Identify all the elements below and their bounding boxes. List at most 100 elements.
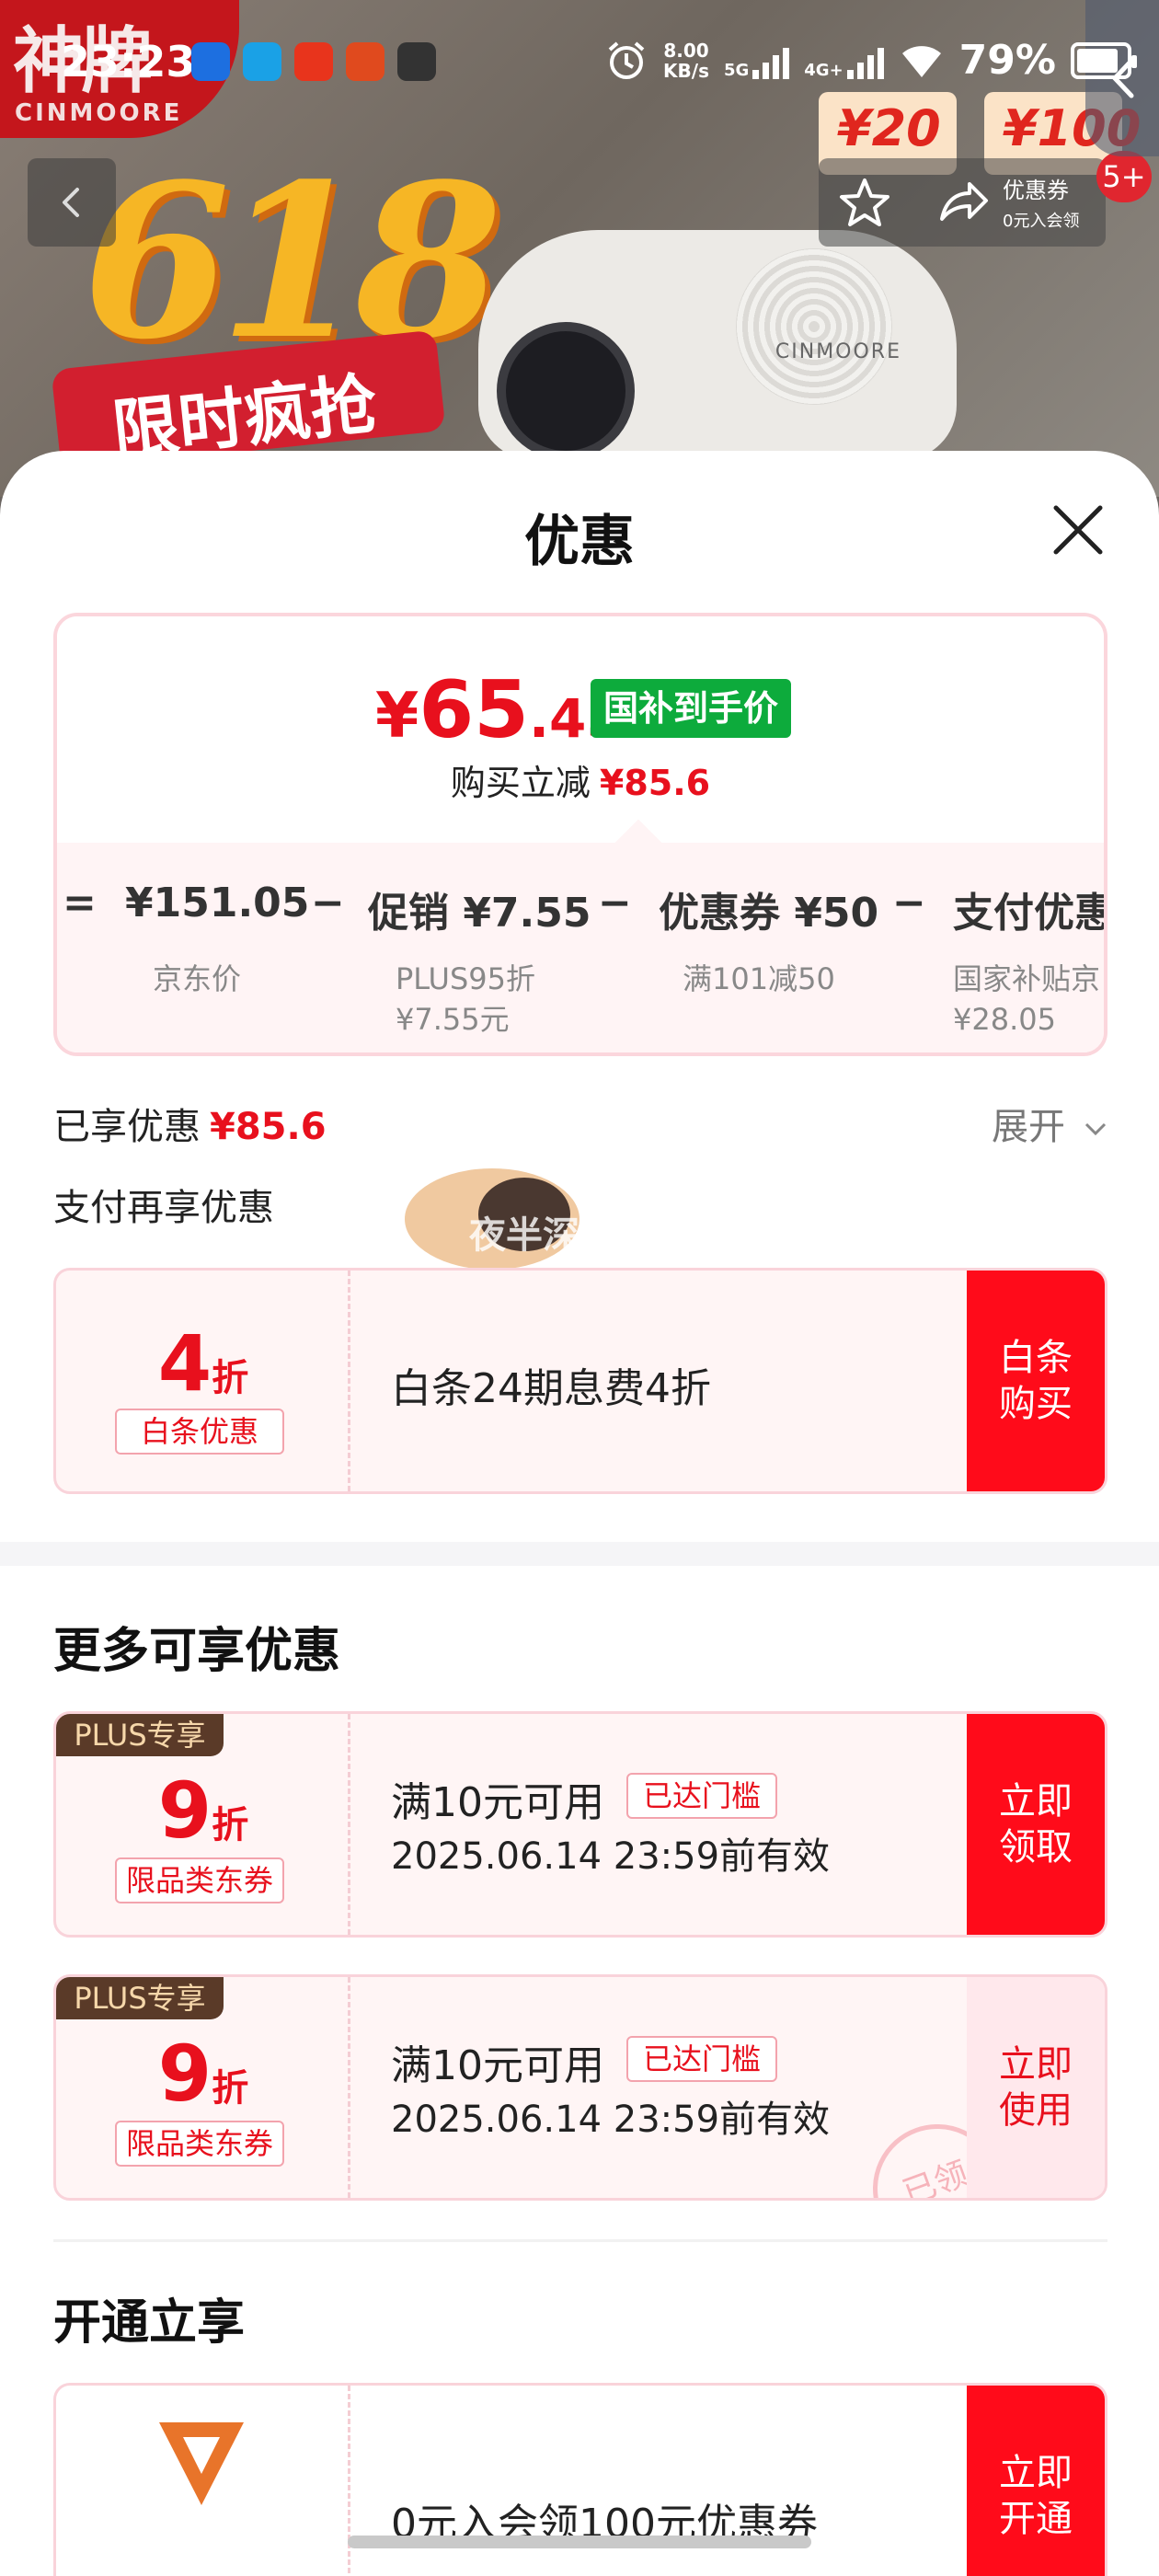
network-speed: 8.00 KB/s — [663, 40, 709, 81]
plus-tag: PLUS专享 — [56, 1714, 224, 1756]
camera-speaker — [736, 248, 892, 405]
formula-coupon: 优惠券 ¥50 — [659, 890, 879, 937]
speed-value: 8.00 — [663, 39, 709, 62]
battery-icon — [1071, 41, 1137, 79]
open-membership-title: 开通立享 — [53, 2295, 246, 2351]
coupon-desc: 白条24期息费4折 — [391, 1365, 711, 1412]
battery-percent: 79% — [958, 37, 1056, 84]
formula-pay: 支付优惠 — [953, 890, 1107, 937]
pay-more-title: 支付再享优惠 — [53, 1187, 274, 1229]
formula-minus: − — [892, 880, 926, 926]
share-icon[interactable] — [933, 173, 992, 232]
home-indicator[interactable] — [348, 2536, 811, 2548]
pay-sub: 国家补贴京 ¥28.05 — [953, 959, 1100, 1040]
price-currency: ¥ — [375, 680, 419, 753]
plus-coupon-card: PLUS专享 9折 限品类东券 满10元可用 已达门槛 2025.06.14 2… — [53, 1974, 1107, 2201]
threshold-reached-tag: 已达门槛 — [626, 2036, 777, 2082]
status-right: 8.00 KB/s 5G 4G+ 79% — [604, 37, 1137, 84]
app-icon — [191, 42, 230, 81]
back-button[interactable] — [28, 158, 116, 247]
jd-price-sub: 京东价 — [153, 959, 241, 999]
plus-tag: PLUS专享 — [56, 1977, 224, 2019]
camera-lens — [497, 322, 635, 460]
discount-sheet: 优惠 ¥65.45 国补到手价 购买立减 ¥85.6 = ¥151.05 − 促销… — [0, 451, 1159, 2576]
vip-logo-icon — [159, 2422, 244, 2505]
enjoyed-discount: 已享优惠 ¥85.6 — [53, 1097, 327, 1150]
expand-label: 展开 — [992, 1106, 1065, 1148]
sheet-title: 优惠 — [524, 510, 635, 574]
final-price-area: ¥65.45 国补到手价 购买立减 ¥85.6 — [57, 616, 1104, 843]
button-label: 白条 购买 — [999, 1337, 1073, 1425]
instant-reduce: 购买立减 ¥85.6 — [57, 754, 1104, 805]
threshold-reached-tag: 已达门槛 — [626, 1773, 777, 1819]
coupon-entry-label: 优惠券 — [1003, 178, 1069, 203]
pay-sub-line: 国家补贴京 — [953, 961, 1101, 996]
reduce-label: 购买立减 — [450, 763, 591, 803]
coupon-kind: 限品类东券 — [115, 2121, 284, 2167]
promo-sub-line: ¥7.55元 — [396, 1002, 510, 1037]
close-icon[interactable] — [1049, 500, 1107, 559]
status-time: 23:23 — [61, 37, 196, 86]
speed-unit: KB/s — [663, 59, 709, 82]
star-icon[interactable] — [835, 173, 894, 232]
coupon-valid: 2025.06.14 23:59前有效 — [391, 1835, 831, 1878]
formula-promo: 促销 ¥7.55 — [368, 890, 591, 937]
coupon-left: 4折 白条优惠 — [56, 1271, 350, 1491]
top-actions: 优惠券 0元入会领 5+ — [819, 151, 1152, 247]
coupon-entry-sub: 0元入会领 — [1003, 212, 1080, 231]
app-icon — [294, 42, 333, 81]
price-formula-area[interactable]: = ¥151.05 − 促销 ¥7.55 − 优惠券 ¥50 − 支付优惠 京东… — [57, 819, 1107, 1052]
discount-number: 9 — [157, 2029, 212, 2119]
subsidy-price-tag: 国补到手价 — [591, 679, 791, 738]
coupon-discount: 9折 — [56, 2029, 350, 2119]
signal-bars — [752, 42, 790, 79]
more-discounts-title: 更多可享优惠 — [53, 1624, 341, 1679]
baitiao-card: 4折 白条优惠 白条24期息费4折 白条 购买 — [53, 1268, 1107, 1494]
wifi-icon — [901, 45, 941, 77]
coupon-desc: 满10元可用 — [391, 2042, 604, 2089]
final-price: ¥65.45 — [375, 664, 624, 756]
expand-button[interactable]: 展开 — [992, 1097, 1108, 1150]
formula-jd-price: ¥151.05 — [125, 880, 310, 926]
use-button[interactable]: 立即 使用 — [967, 1977, 1105, 2198]
app-icon — [397, 42, 436, 81]
signal-1: 5G — [723, 42, 790, 80]
alarm-icon — [608, 40, 645, 79]
open-membership-button[interactable]: 立即 开通 — [967, 2386, 1105, 2576]
signal-bars — [846, 42, 884, 79]
discount-number: 4 — [157, 1318, 212, 1409]
app-icon — [346, 42, 384, 81]
watermark: 夜半深寒 — [405, 1168, 644, 1270]
discount-number: 9 — [157, 1765, 212, 1856]
coupon-left: PLUS专享 9折 限品类东券 — [56, 1714, 350, 1935]
coupon-kind: 白条优惠 — [115, 1409, 284, 1455]
discount-unit: 折 — [212, 1357, 249, 1399]
camera-logo: CINMOORE — [775, 340, 901, 363]
jd-price-label: 京东价 — [153, 961, 242, 996]
watermark-text: 夜半深寒 — [469, 1214, 616, 1257]
promo-sub-line: PLUS95折 — [396, 961, 535, 996]
formula-minus: − — [311, 880, 345, 926]
price-integer: 65 — [419, 664, 530, 756]
button-label: 立即 使用 — [999, 2043, 1073, 2132]
app-icon — [243, 42, 281, 81]
enjoyed-amount: ¥85.6 — [210, 1106, 327, 1148]
coupon-valid: 2025.06.14 23:59前有效 — [391, 2099, 831, 2141]
signal-1-label: 5G — [723, 60, 750, 80]
formula-minus: − — [598, 880, 632, 926]
coupon-desc: 满10元可用 — [391, 1779, 604, 1826]
coupon-left: PLUS专享 9折 限品类东券 — [56, 1977, 350, 2198]
plus-coupon-card: PLUS专享 9折 限品类东券 满10元可用 已达门槛 2025.06.14 2… — [53, 1711, 1107, 1938]
reduce-amount: ¥85.6 — [599, 763, 711, 803]
coupon-discount: 4折 — [56, 1318, 350, 1409]
button-label: 立即 开通 — [999, 2452, 1073, 2540]
baitiao-buy-button[interactable]: 白条 购买 — [967, 1271, 1105, 1491]
price-formula: = ¥151.05 − 促销 ¥7.55 − 优惠券 ¥50 − 支付优惠 — [57, 880, 1107, 937]
coupon-entry[interactable]: 优惠券 0元入会领 — [1003, 175, 1095, 237]
button-label: 立即 领取 — [999, 1780, 1073, 1869]
claim-button[interactable]: 立即 领取 — [967, 1714, 1105, 1935]
coupon-left — [56, 2386, 350, 2576]
coupon-discount: 9折 — [56, 1765, 350, 1856]
coupon-sub: 满101减50 — [683, 959, 835, 999]
product-image: CINMOORE — [478, 230, 957, 460]
